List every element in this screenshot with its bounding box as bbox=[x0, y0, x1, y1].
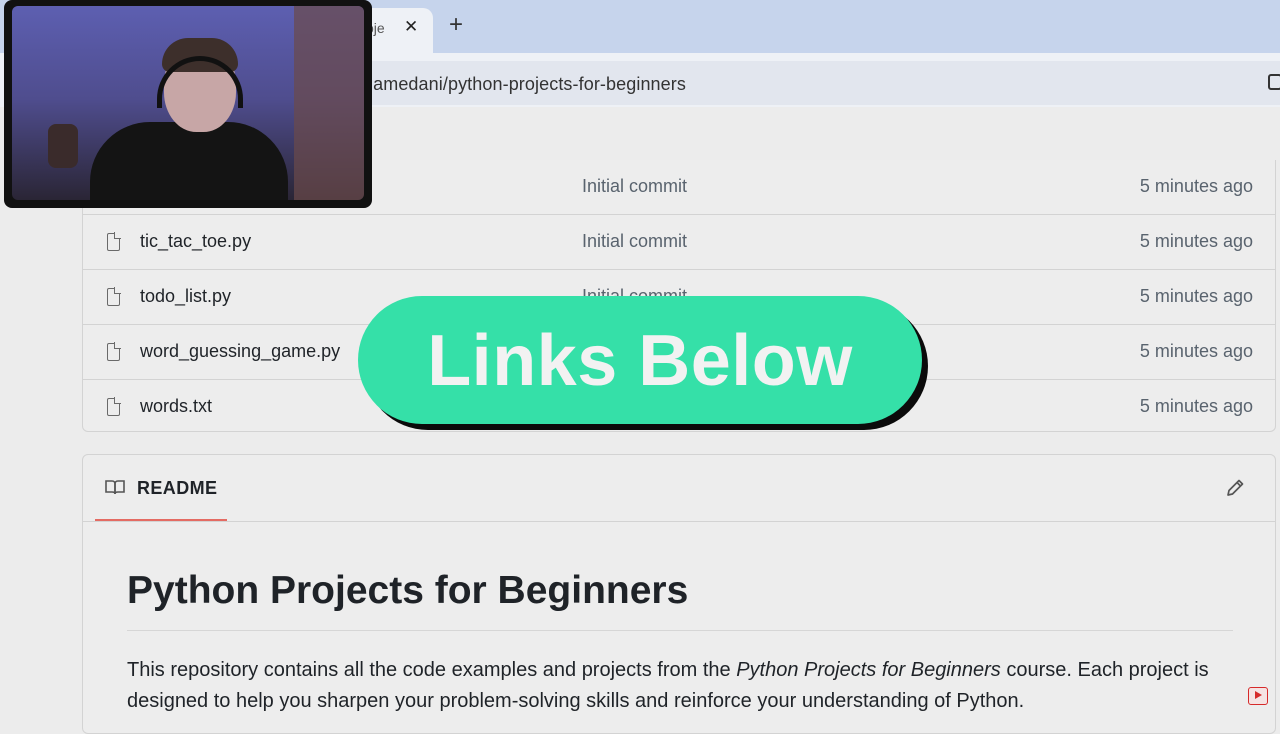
readme-title: Python Projects for Beginners bbox=[127, 569, 689, 612]
side-panel-icon[interactable] bbox=[1268, 74, 1280, 90]
tab-close-icon[interactable]: ✕ bbox=[404, 17, 418, 37]
webcam-overlay bbox=[4, 0, 372, 208]
readme-header: README bbox=[83, 455, 1275, 522]
commit-message[interactable]: Initial commit bbox=[582, 231, 687, 252]
commit-time: 5 minutes ago bbox=[1139, 176, 1253, 196]
webcam-background bbox=[48, 124, 78, 168]
pencil-icon[interactable] bbox=[1224, 477, 1246, 499]
file-name[interactable]: words.txt bbox=[140, 396, 212, 417]
file-icon bbox=[107, 232, 121, 251]
webcam-background bbox=[294, 6, 364, 200]
commit-time: 5 minutes ago bbox=[1139, 231, 1253, 251]
address-bar-url[interactable]: hamedani/python-projects-for-beginners bbox=[363, 74, 686, 95]
file-name[interactable]: word_guessing_game.py bbox=[140, 341, 340, 362]
book-icon bbox=[105, 480, 125, 495]
readme-tab-label: README bbox=[137, 478, 218, 498]
file-row[interactable]: tic_tac_toe.py Initial commit 5 minutes … bbox=[83, 215, 1275, 270]
readme-course-name: Python Projects for Beginners bbox=[736, 659, 1001, 681]
webcam-image bbox=[12, 6, 364, 200]
webcam-person bbox=[90, 122, 288, 200]
file-icon bbox=[107, 287, 121, 306]
video-watermark-icon bbox=[1248, 687, 1268, 705]
readme-text: This repository contains all the code ex… bbox=[127, 659, 737, 681]
file-name[interactable]: tic_tac_toe.py bbox=[140, 231, 251, 252]
file-icon bbox=[107, 397, 121, 416]
commit-time: 5 minutes ago bbox=[1139, 286, 1253, 306]
links-below-banner: Links Below bbox=[358, 296, 922, 424]
file-icon bbox=[107, 342, 121, 361]
file-name[interactable]: todo_list.py bbox=[140, 286, 231, 307]
banner-text: Links Below bbox=[427, 321, 853, 401]
divider bbox=[127, 630, 1233, 631]
readme-panel: README Python Projects for Beginners Thi… bbox=[82, 454, 1276, 734]
readme-paragraph: This repository contains all the code ex… bbox=[127, 655, 1237, 717]
commit-time: 5 minutes ago bbox=[1139, 396, 1253, 416]
new-tab-button[interactable]: + bbox=[449, 11, 463, 39]
commit-message[interactable]: Initial commit bbox=[582, 176, 687, 197]
tab-readme[interactable]: README bbox=[95, 455, 227, 521]
commit-time: 5 minutes ago bbox=[1139, 341, 1253, 361]
